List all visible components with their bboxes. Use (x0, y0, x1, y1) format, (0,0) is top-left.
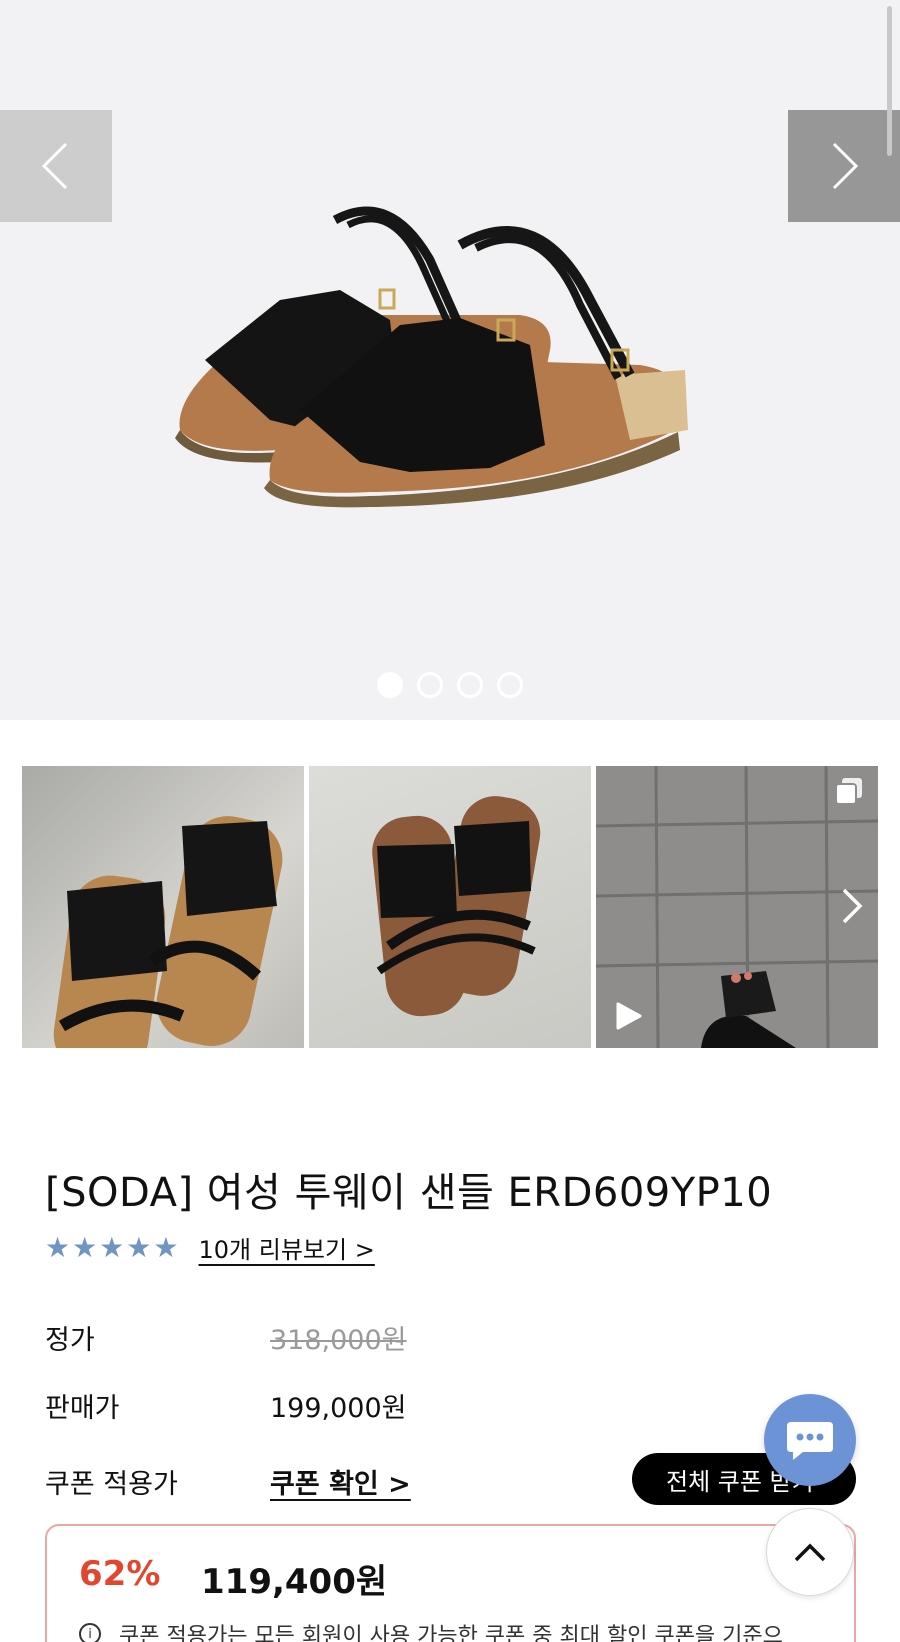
carousel-pagination (0, 672, 900, 698)
coupon-discount-box: 62% 119,400원 i 쿠폰 적용가는 모든 회원이 사용 가능한 쿠폰 … (45, 1524, 856, 1642)
coupon-check-link[interactable]: 쿠폰 확인 > (270, 1462, 411, 1501)
play-icon[interactable] (612, 1000, 644, 1032)
review-photo-1-image (53, 816, 283, 1048)
review-photo-strip (22, 766, 878, 1048)
review-photo-2-image (372, 796, 541, 1017)
scroll-to-top-button[interactable] (766, 1508, 854, 1596)
carousel-next-button[interactable] (788, 110, 900, 222)
carousel-dot-1[interactable] (377, 672, 403, 698)
regular-price-row: 정가 318,000원 (45, 1318, 545, 1358)
multiple-images-icon (835, 778, 862, 805)
chevron-right-icon[interactable] (838, 886, 866, 926)
product-main-image (175, 206, 688, 508)
coupon-price-row: 쿠폰 적용가 쿠폰 확인 > (45, 1462, 545, 1502)
review-photo-2[interactable] (309, 766, 591, 1048)
carousel-prev-button[interactable] (0, 110, 112, 222)
regular-price-label: 정가 (45, 1325, 95, 1356)
review-link[interactable]: 10개 리뷰보기 > (199, 1230, 375, 1265)
sale-price-label: 판매가 (45, 1393, 120, 1424)
sale-price-row: 판매가 199,000원 (45, 1386, 545, 1426)
info-icon: i (79, 1623, 101, 1642)
chevron-left-icon (41, 142, 68, 190)
product-image-carousel[interactable] (0, 0, 900, 720)
carousel-dot-4[interactable] (497, 672, 523, 698)
product-title: [SODA] 여성 투웨이 샌들 ERD609YP10 (45, 1170, 773, 1216)
regular-price-value: 318,000원 (270, 1325, 407, 1356)
coupon-price-label: 쿠폰 적용가 (45, 1469, 178, 1500)
coupon-info-note: i 쿠폰 적용가는 모든 회원이 사용 가능한 쿠폰 중 최대 할인 쿠폰을 기… (79, 1618, 783, 1642)
scrollbar[interactable] (887, 6, 892, 156)
product-rating: ★★★★★ 10개 리뷰보기 > (45, 1230, 375, 1265)
chevron-right-icon (832, 142, 859, 190)
rating-stars: ★★★★★ (45, 1231, 181, 1264)
chat-button[interactable] (764, 1394, 856, 1486)
chat-bubble-icon (787, 1422, 833, 1460)
discount-price: 119,400원 (201, 1562, 388, 1602)
carousel-dot-2[interactable] (417, 672, 443, 698)
carousel-dot-3[interactable] (457, 672, 483, 698)
discount-percent: 62% (79, 1554, 161, 1594)
chevron-up-icon (794, 1543, 826, 1562)
sale-price-value: 199,000원 (270, 1393, 407, 1424)
review-photo-3[interactable] (596, 766, 878, 1048)
coupon-info-text: 쿠폰 적용가는 모든 회원이 사용 가능한 쿠폰 중 최대 할인 쿠폰을 기준으 (119, 1624, 783, 1642)
review-photo-1[interactable] (22, 766, 304, 1048)
